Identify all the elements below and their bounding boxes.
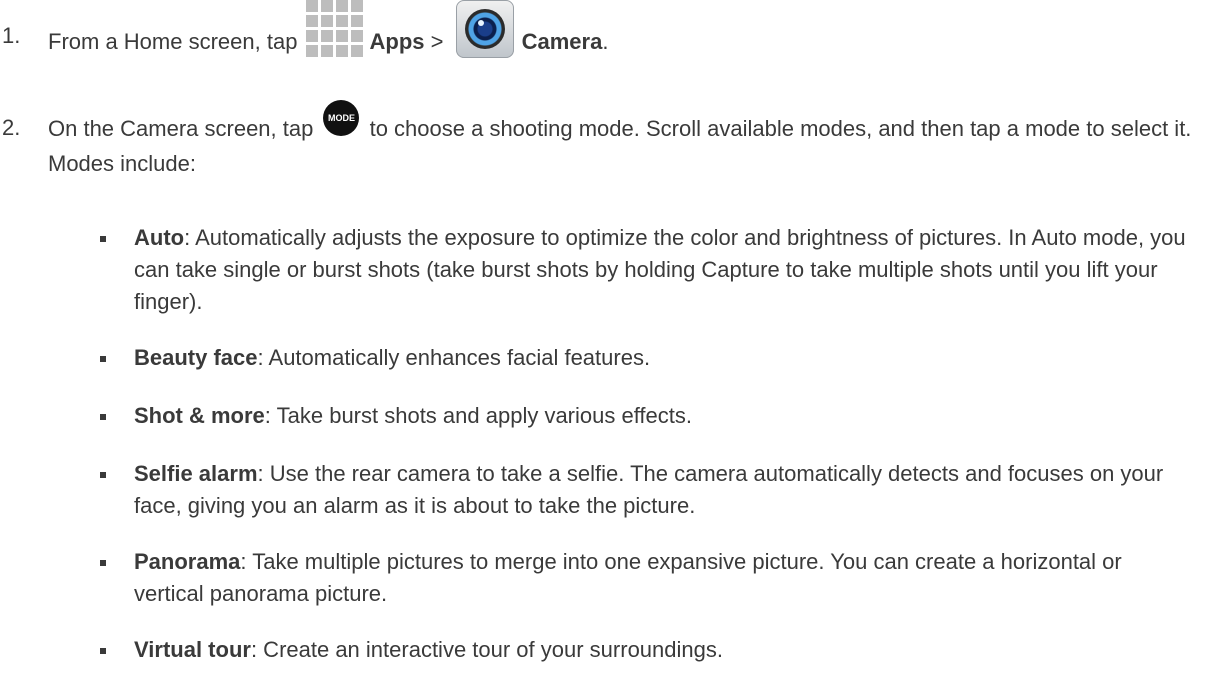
- bullet-icon: [100, 648, 106, 654]
- mode-description: : Automatically enhances facial features…: [257, 345, 651, 370]
- step-number: 2.: [2, 115, 21, 140]
- bullet-icon: [100, 236, 106, 242]
- mode-term: Beauty face: [134, 345, 258, 370]
- camera-app-icon: [455, 0, 514, 58]
- step-text: From a Home screen, tap Apps > Camera.: [48, 0, 1200, 66]
- mode-button-icon: MODE: [323, 100, 360, 136]
- apps-label: Apps: [369, 28, 425, 54]
- mode-term: Shot & more: [134, 403, 265, 428]
- bullet-icon: [100, 560, 106, 566]
- mode-description: : Take multiple pictures to merge into o…: [134, 549, 1122, 606]
- bullet-icon: [100, 414, 106, 420]
- mode-term: Panorama: [134, 549, 241, 574]
- bullet-icon: [100, 472, 106, 478]
- apps-grid-icon: [305, 0, 364, 58]
- mode-term: Virtual tour: [134, 637, 251, 662]
- bullet-icon: [100, 356, 106, 362]
- mode-description: : Use the rear camera to take a selfie. …: [134, 461, 1164, 518]
- step-number: 1.: [2, 23, 21, 48]
- mode-term: Auto: [134, 225, 185, 250]
- mode-description: : Create an interactive tour of your sur…: [250, 637, 723, 662]
- mode-term: Selfie alarm: [134, 461, 258, 486]
- mode-description: : Automatically adjusts the exposure to …: [134, 225, 1186, 314]
- camera-label: Camera: [521, 28, 603, 54]
- mode-description: : Take burst shots and apply various eff…: [264, 403, 693, 428]
- step-text: On the Camera screen, tap MODE to choose…: [48, 100, 1198, 180]
